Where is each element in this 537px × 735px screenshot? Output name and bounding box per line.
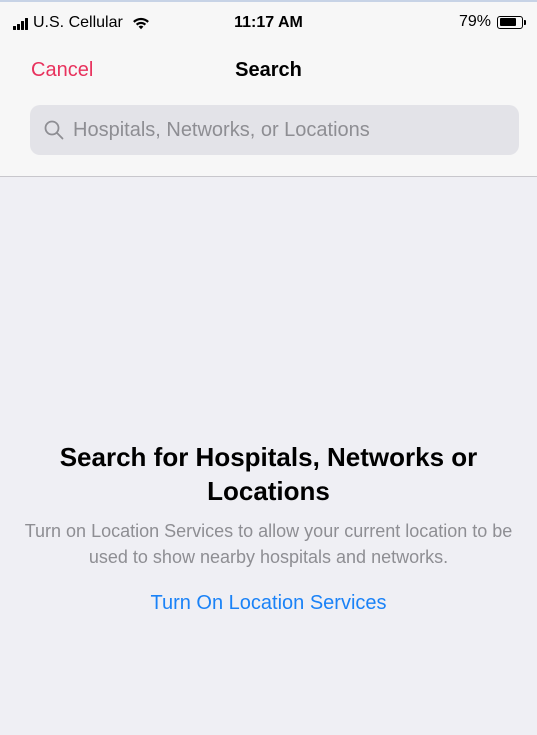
search-input[interactable] <box>73 118 513 142</box>
battery-cap <box>524 19 526 25</box>
page-title: Search <box>235 59 302 81</box>
battery-fill <box>499 18 517 26</box>
battery-percent: 79% <box>458 13 491 30</box>
navigation-bar: Cancel Search <box>0 44 537 176</box>
empty-state-description: Turn on Location Services to allow your … <box>24 521 513 567</box>
search-field[interactable] <box>30 105 519 155</box>
status-right: 79% <box>458 13 526 31</box>
battery-icon <box>497 15 526 29</box>
nav-divider <box>0 176 537 177</box>
turn-on-location-services-button[interactable]: Turn On Location Services <box>150 592 386 615</box>
status-time: 11:17 AM <box>234 14 303 31</box>
search-icon <box>44 120 64 140</box>
empty-state: Search for Hospitals, Networks or Locati… <box>20 440 517 615</box>
status-bar: U.S. Cellular 11:17 AM 79% <box>0 2 537 44</box>
empty-state-title: Search for Hospitals, Networks or Locati… <box>59 442 478 506</box>
